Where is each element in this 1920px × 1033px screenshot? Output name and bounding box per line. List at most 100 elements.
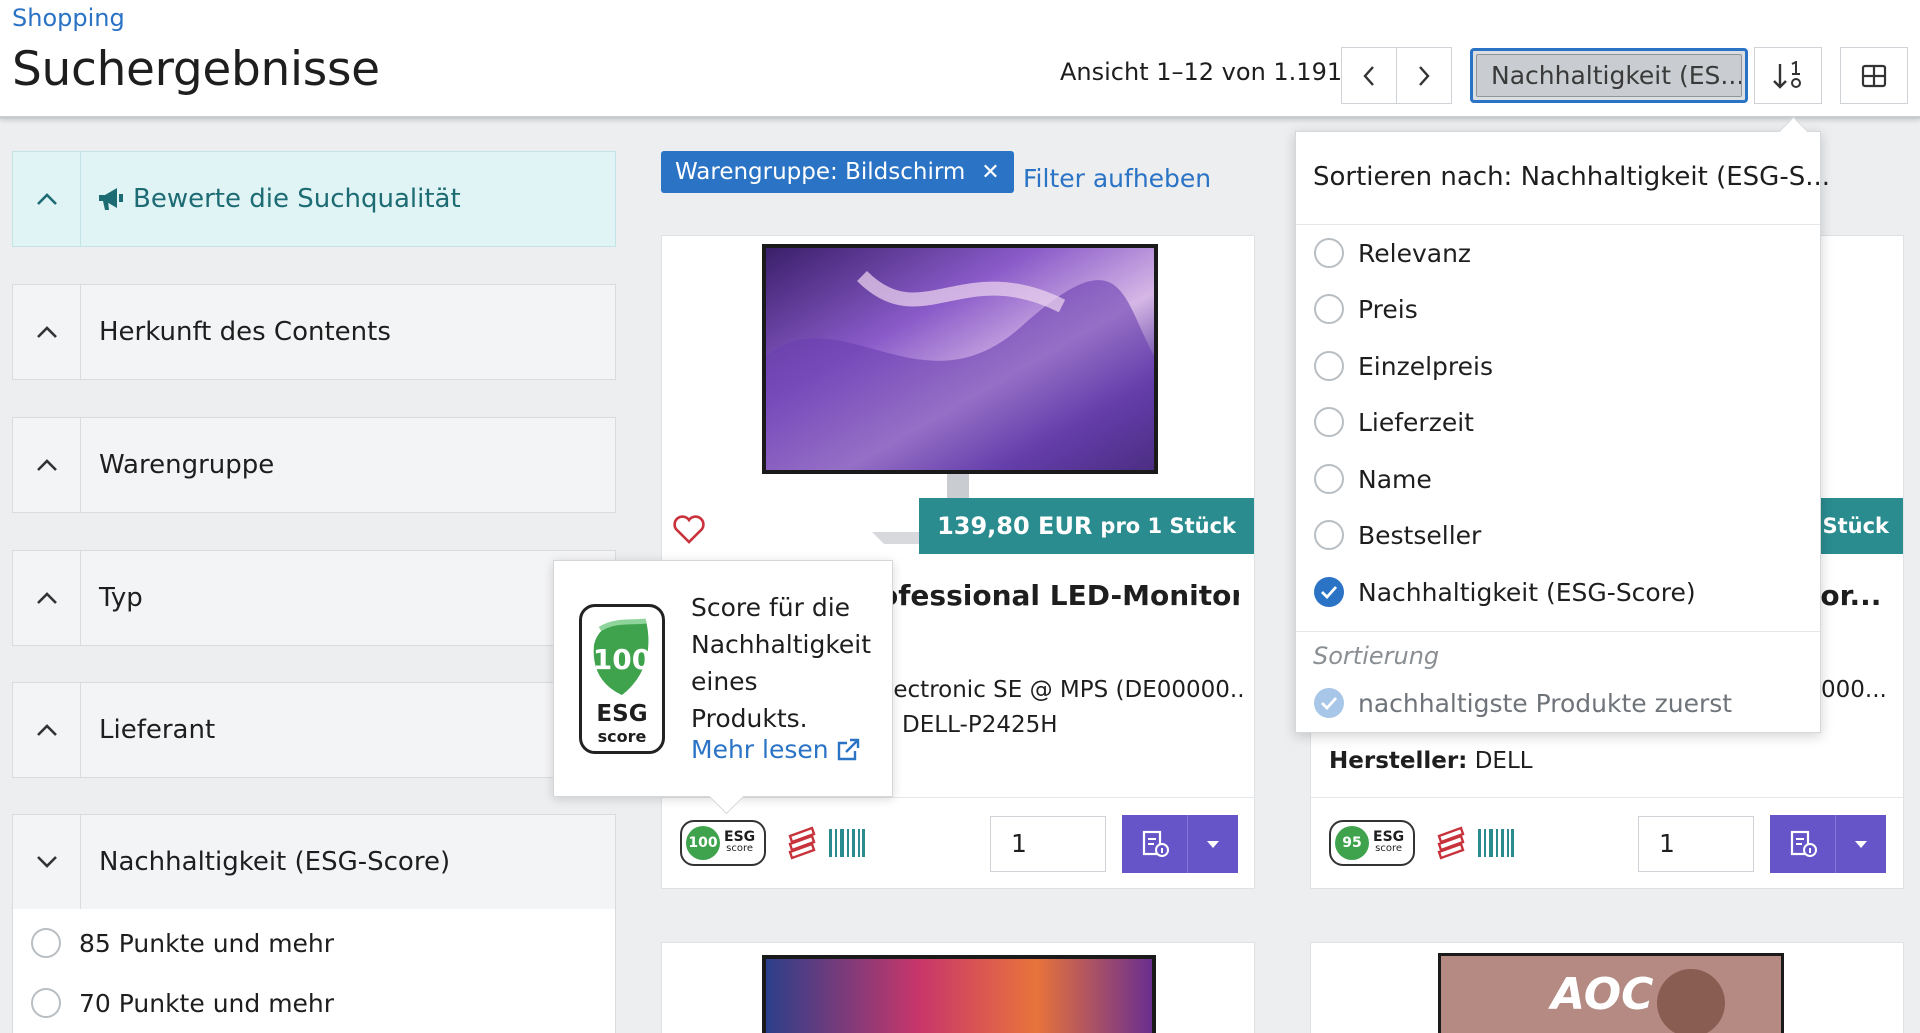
- sort-option-price[interactable]: Preis: [1314, 294, 1418, 324]
- sort-option-label: Name: [1358, 464, 1432, 494]
- sort-order-heading: Sortierung: [1313, 642, 1440, 670]
- caret-down-icon: [1207, 840, 1219, 848]
- facet-toggle[interactable]: [13, 418, 81, 512]
- radio-button[interactable]: [1314, 351, 1344, 381]
- page-title: Suchergebnisse: [12, 42, 380, 97]
- price-unit: Stück: [1822, 514, 1889, 538]
- filter-chip-product-group[interactable]: Warengruppe: Bildschirm ✕: [661, 151, 1014, 193]
- breadcrumb-shopping[interactable]: Shopping: [12, 4, 125, 32]
- chevron-right-icon: [1419, 65, 1430, 86]
- sort-panel-heading: Sortieren nach: Nachhaltigkeit (ESG-S...: [1313, 162, 1831, 192]
- facet-toggle[interactable]: [13, 285, 81, 379]
- radio-checked-icon[interactable]: [1314, 577, 1344, 607]
- sort-option-delivery-time[interactable]: Lieferzeit: [1314, 407, 1474, 437]
- sort-option-unit-price[interactable]: Einzelpreis: [1314, 351, 1493, 381]
- facet-label: Nachhaltigkeit (ESG-Score): [99, 847, 451, 877]
- facet-content-origin[interactable]: Herkunft des Contents: [12, 284, 616, 380]
- esg-sub-label: score: [1375, 843, 1402, 854]
- quantity-input[interactable]: 1: [1638, 816, 1754, 872]
- esg-logo-label: ESG: [596, 701, 648, 727]
- radio-button[interactable]: [31, 988, 61, 1018]
- radio-checked-icon[interactable]: [1314, 688, 1344, 718]
- sort-dropdown-panel: Sortieren nach: Nachhaltigkeit (ESG-S...…: [1295, 131, 1830, 733]
- divider: [1296, 631, 1820, 632]
- sort-direction-button[interactable]: [1754, 47, 1822, 104]
- facet-search-quality[interactable]: Bewerte die Suchqualität: [12, 151, 616, 247]
- product-supplier: lectronic SE @ MPS (DE00000...: [887, 677, 1247, 703]
- radio-button[interactable]: [1314, 407, 1344, 437]
- cart-main-action[interactable]: [1122, 815, 1188, 873]
- chevron-up-icon: [36, 193, 57, 205]
- product-supplier: 000...: [1821, 677, 1887, 703]
- megaphone-icon: [97, 186, 125, 212]
- next-page-button[interactable]: [1396, 47, 1452, 104]
- esg-badge[interactable]: 95 ESG score: [1329, 820, 1415, 866]
- radio-button[interactable]: [1314, 238, 1344, 268]
- barcode-icon[interactable]: [1477, 828, 1515, 862]
- facet-type[interactable]: Typ: [12, 550, 616, 646]
- sort-option-name[interactable]: Name: [1314, 464, 1432, 494]
- sort-select-value: Nachhaltigkeit (ES...: [1476, 54, 1742, 97]
- product-title[interactable]: ofessional LED-Monitor...: [879, 579, 1239, 612]
- radio-button[interactable]: [1314, 464, 1344, 494]
- facet-label: Typ: [99, 583, 143, 613]
- document-info-icon: [1790, 830, 1817, 857]
- facet-esg-score[interactable]: Nachhaltigkeit (ESG-Score): [12, 814, 616, 910]
- facet-toggle[interactable]: [13, 683, 81, 777]
- product-manufacturer: Hersteller: DELL: [1329, 748, 1729, 774]
- cart-dropdown-toggle[interactable]: [1188, 815, 1238, 873]
- add-to-cart-button[interactable]: [1122, 815, 1238, 873]
- brand-logo: AOC: [1551, 969, 1654, 1020]
- quantity-input[interactable]: 1: [990, 816, 1106, 872]
- previous-page-button[interactable]: [1341, 47, 1397, 104]
- price-banner: 139,80 EUR pro 1 Stück: [919, 498, 1254, 554]
- esg-option-85[interactable]: 85 Punkte und mehr: [31, 928, 334, 958]
- esg-logo-score: 100: [592, 643, 652, 676]
- esg-score-circle: 95: [1335, 826, 1369, 860]
- esg-badge[interactable]: 100 ESG score: [680, 820, 766, 866]
- product-article-number: : DELL-P2425H: [887, 712, 1058, 738]
- sustainability-icon[interactable]: [1435, 826, 1467, 864]
- facet-product-group[interactable]: Warengruppe: [12, 417, 616, 513]
- facet-toggle[interactable]: [13, 551, 81, 645]
- sort-descending-icon: [1773, 60, 1801, 89]
- sort-option-bestseller[interactable]: Bestseller: [1314, 520, 1481, 550]
- price-unit: pro 1 Stück: [1100, 514, 1236, 538]
- product-card-footer: 100 ESG score 1: [662, 797, 1254, 890]
- chevron-left-icon: [1363, 65, 1374, 86]
- radio-button[interactable]: [1314, 520, 1344, 550]
- sort-order-option[interactable]: nachhaltigste Produkte zuerst: [1314, 688, 1732, 718]
- sort-select[interactable]: Nachhaltigkeit (ES...: [1470, 48, 1748, 103]
- sort-option-label: Nachhaltigkeit (ESG-Score): [1358, 577, 1696, 607]
- barcode-icon[interactable]: [828, 828, 866, 862]
- grid-view-button[interactable]: [1840, 47, 1908, 104]
- sort-option-relevance[interactable]: Relevanz: [1314, 238, 1471, 268]
- add-to-cart-button[interactable]: [1770, 815, 1886, 873]
- heart-icon[interactable]: [672, 514, 706, 548]
- sort-option-sustainability[interactable]: Nachhaltigkeit (ESG-Score): [1314, 577, 1696, 607]
- product-card-footer: 95 ESG score 1: [1311, 797, 1903, 890]
- sort-option-label: Relevanz: [1358, 238, 1472, 268]
- facet-supplier[interactable]: Lieferant: [12, 682, 616, 778]
- radio-button[interactable]: [1314, 294, 1344, 324]
- esg-facet-options: 85 Punkte und mehr 70 Punkte und mehr: [12, 909, 616, 1033]
- cart-main-action[interactable]: [1770, 815, 1836, 873]
- facet-label: Lieferant: [99, 715, 216, 745]
- cart-dropdown-toggle[interactable]: [1836, 815, 1886, 873]
- facet-toggle[interactable]: [13, 815, 81, 909]
- clear-filter-link[interactable]: Filter aufheben: [1023, 164, 1211, 193]
- sustainability-icon[interactable]: [786, 826, 818, 864]
- close-icon[interactable]: ✕: [981, 160, 999, 185]
- read-more-label: Mehr lesen: [691, 735, 829, 764]
- esg-option-70[interactable]: 70 Punkte und mehr: [31, 988, 334, 1018]
- price-value: 139,80 EUR: [937, 512, 1093, 540]
- product-card[interactable]: [661, 942, 1255, 1033]
- facet-toggle[interactable]: [13, 152, 81, 246]
- product-card[interactable]: AOC: [1310, 942, 1904, 1033]
- radio-button[interactable]: [31, 928, 61, 958]
- chevron-up-icon: [36, 592, 57, 604]
- external-link-icon: [837, 738, 859, 760]
- read-more-link[interactable]: Mehr lesen: [691, 735, 861, 764]
- manufacturer-label: Hersteller:: [1329, 748, 1468, 774]
- esg-score-circle: 100: [686, 826, 720, 860]
